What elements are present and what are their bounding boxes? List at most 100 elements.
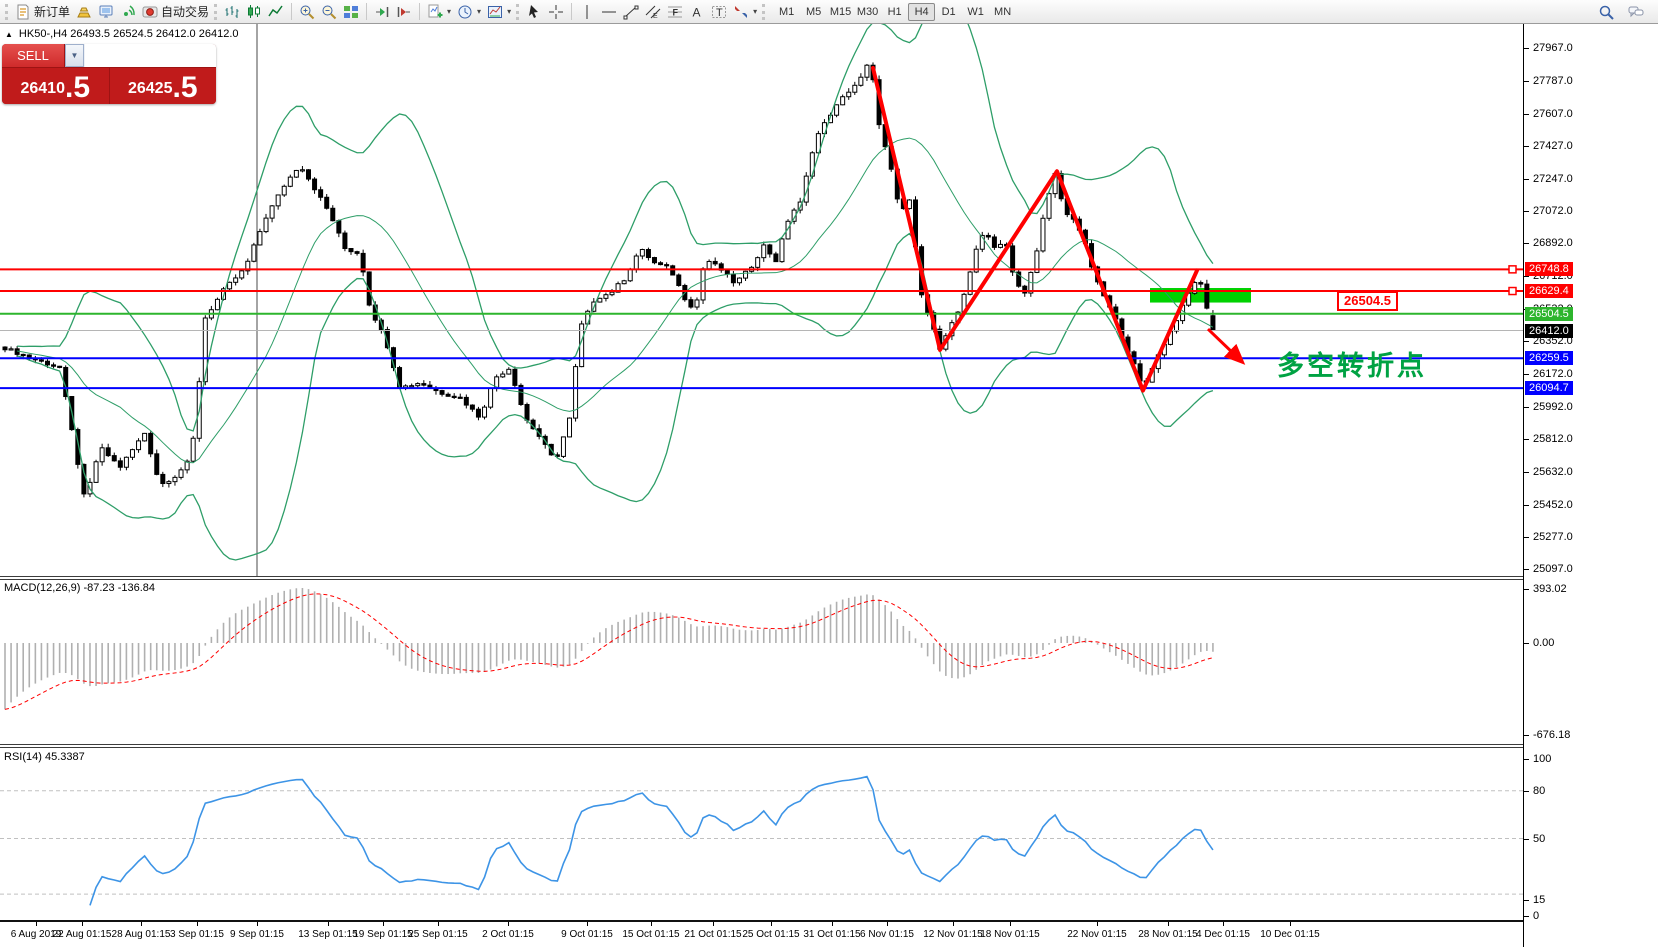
auto-trading-button[interactable]: 自动交易 xyxy=(139,2,212,22)
macd-pane[interactable] xyxy=(0,580,1523,744)
pane-splitter[interactable] xyxy=(0,744,1658,748)
timeframe-M1[interactable]: M1 xyxy=(773,3,800,21)
price-chart-canvas[interactable] xyxy=(0,24,1523,576)
new-order-icon xyxy=(15,4,31,20)
timeframe-M30[interactable]: M30 xyxy=(854,3,881,21)
gold-ingot-icon xyxy=(76,4,92,20)
terminal-icon xyxy=(98,4,114,20)
timeframe-W1[interactable]: W1 xyxy=(962,3,989,21)
current-price-badge: 26412.0 xyxy=(1525,324,1573,338)
indicators-button[interactable]: ▾ xyxy=(424,2,454,22)
cursor-arrow-icon xyxy=(526,4,542,20)
terminal-button[interactable] xyxy=(95,2,117,22)
price-callout-label[interactable]: 26504.5 xyxy=(1337,291,1398,311)
rsi-canvas[interactable] xyxy=(0,748,1523,920)
tile-windows-icon xyxy=(343,4,359,20)
toolbar-grip[interactable] xyxy=(214,4,217,20)
price-tick-label: 25992.0 xyxy=(1533,401,1573,413)
macd-indicator-label: MACD(12,26,9) -87.23 -136.84 xyxy=(4,582,155,594)
channel-tool-button[interactable]: E xyxy=(642,2,664,22)
date-tick xyxy=(651,922,652,926)
new-order-button[interactable]: 新订单 xyxy=(12,2,73,22)
indicators-add-icon xyxy=(427,4,443,20)
text-tool-button[interactable]: A xyxy=(686,2,708,22)
text-tool-icon: A xyxy=(689,4,705,20)
date-tick xyxy=(1223,922,1224,926)
date-tick xyxy=(36,922,37,926)
macd-tick-label: 393.02 xyxy=(1533,583,1567,595)
tile-windows-button[interactable] xyxy=(340,2,362,22)
sell-button[interactable]: SELL xyxy=(2,44,64,67)
cursor-tool-button[interactable] xyxy=(523,2,545,22)
price-tick-label: 25097.0 xyxy=(1533,563,1573,575)
timeframe-MN[interactable]: MN xyxy=(989,3,1016,21)
sell-price[interactable]: 26410 .5 xyxy=(2,68,109,104)
volume-input[interactable] xyxy=(85,44,216,67)
volume-decrease-button[interactable]: ▼ xyxy=(65,44,84,67)
price-chart[interactable] xyxy=(0,24,1523,576)
rsi-tick-label: 0 xyxy=(1533,910,1539,922)
auto-scroll-button[interactable] xyxy=(371,2,393,22)
timeframe-M5[interactable]: M5 xyxy=(800,3,827,21)
templates-button[interactable]: ▾ xyxy=(484,2,514,22)
trendline-tool-button[interactable] xyxy=(620,2,642,22)
zoom-out-icon xyxy=(321,4,337,20)
toolbar-grip[interactable] xyxy=(762,4,765,20)
volume-spinner: ▼ ▲ xyxy=(65,44,216,67)
buy-price[interactable]: 26425 .5 xyxy=(110,68,217,104)
dropdown-caret: ▾ xyxy=(447,7,451,16)
horizontal-line-tool-button[interactable] xyxy=(598,2,620,22)
date-tick xyxy=(1168,922,1169,926)
pane-splitter[interactable] xyxy=(0,576,1658,580)
line-chart-mode-button[interactable] xyxy=(265,2,287,22)
date-label: 9 Sep 01:15 xyxy=(219,929,295,940)
signals-button[interactable] xyxy=(117,2,139,22)
candlestick-mode-button[interactable] xyxy=(243,2,265,22)
timeframe-M15[interactable]: M15 xyxy=(827,3,854,21)
price-level-badge: 26748.8 xyxy=(1525,262,1573,276)
vertical-line-tool-button[interactable] xyxy=(576,2,598,22)
zoom-out-button[interactable] xyxy=(318,2,340,22)
trendline-icon xyxy=(623,4,639,20)
arrows-tool-button[interactable]: ▾ xyxy=(730,2,760,22)
equidistant-channel-icon: E xyxy=(645,4,661,20)
price-tick-label: 27427.0 xyxy=(1533,140,1573,152)
rsi-pane[interactable] xyxy=(0,748,1523,920)
date-label: 10 Dec 01:15 xyxy=(1252,929,1328,940)
time-axis[interactable]: 6 Aug 201922 Aug 01:1528 Aug 01:153 Sep … xyxy=(0,922,1523,947)
date-tick xyxy=(141,922,142,926)
crosshair-tool-button[interactable] xyxy=(545,2,567,22)
macd-tick-label: 0.00 xyxy=(1533,637,1554,649)
chat-button[interactable] xyxy=(1625,2,1647,22)
label-tool-button[interactable]: T xyxy=(708,2,730,22)
chart-shift-button[interactable] xyxy=(393,2,415,22)
price-level-badge: 26259.5 xyxy=(1525,351,1573,365)
turning-point-annotation[interactable]: 多空转折点 xyxy=(1277,344,1427,383)
price-tick-label: 25812.0 xyxy=(1533,433,1573,445)
bar-chart-mode-button[interactable] xyxy=(221,2,243,22)
deposit-button[interactable] xyxy=(73,2,95,22)
fibonacci-tool-button[interactable]: F xyxy=(664,2,686,22)
timeframe-bar: M1M5M15M30H1H4D1W1MN xyxy=(773,3,1016,21)
zoom-in-button[interactable] xyxy=(296,2,318,22)
date-tick xyxy=(383,922,384,926)
periods-button[interactable]: ▾ xyxy=(454,2,484,22)
collapse-arrow-icon[interactable]: ▲ xyxy=(5,30,13,39)
date-label: 25 Sep 01:15 xyxy=(400,929,476,940)
search-button[interactable] xyxy=(1595,2,1617,22)
timeframe-H4[interactable]: H4 xyxy=(908,3,935,21)
date-tick xyxy=(887,922,888,926)
toolbar-grip[interactable] xyxy=(516,4,519,20)
toolbar-grip[interactable] xyxy=(5,4,8,20)
macd-canvas[interactable] xyxy=(0,580,1523,744)
chart-template-icon xyxy=(487,4,503,20)
timeframe-D1[interactable]: D1 xyxy=(935,3,962,21)
timeframe-H1[interactable]: H1 xyxy=(881,3,908,21)
sell-price-dec: .5 xyxy=(65,73,90,103)
macd-tick-label: -676.18 xyxy=(1533,729,1570,741)
price-tick-label: 27967.0 xyxy=(1533,42,1573,54)
date-tick xyxy=(508,922,509,926)
rsi-tick-label: 100 xyxy=(1533,753,1551,765)
bar-chart-icon xyxy=(224,4,240,20)
price-axis[interactable]: 27967.027787.027607.027427.027247.027072… xyxy=(1524,24,1658,947)
